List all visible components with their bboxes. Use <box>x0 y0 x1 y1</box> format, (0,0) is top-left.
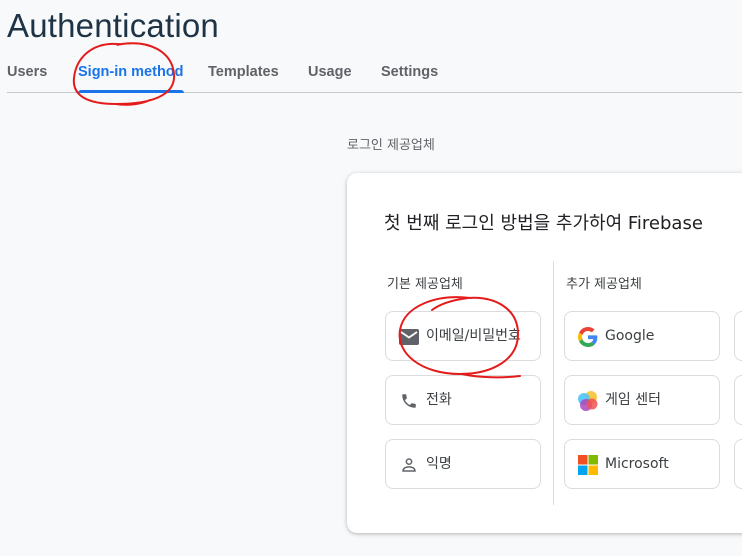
tab-sign-in-method[interactable]: Sign-in method <box>78 58 184 93</box>
provider-label: 익명 <box>426 456 452 472</box>
google-logo-icon <box>577 326 599 348</box>
provider-label: 게임 센터 <box>605 392 661 408</box>
providers-card: 첫 번째 로그인 방법을 추가하여 Firebase 기본 제공업체 추가 제공… <box>347 173 742 533</box>
provider-microsoft[interactable]: Microsoft <box>564 439 720 489</box>
firebase-auth-page: Authentication Users Sign-in method Temp… <box>0 0 742 556</box>
phone-icon <box>398 390 420 412</box>
provider-phone[interactable]: 전화 <box>385 375 541 425</box>
tab-settings[interactable]: Settings <box>381 58 438 92</box>
tab-templates[interactable]: Templates <box>208 58 279 92</box>
tab-bar: Users Sign-in method Templates Usage Set… <box>7 58 742 93</box>
provider-partial[interactable] <box>734 375 742 425</box>
mail-icon <box>398 326 420 348</box>
tab-users[interactable]: Users <box>7 58 47 92</box>
provider-partial[interactable] <box>734 439 742 489</box>
provider-label: 이메일/비밀번호 <box>426 328 521 344</box>
section-label: 로그인 제공업체 <box>347 138 435 153</box>
microsoft-logo-icon <box>577 454 599 476</box>
card-headline: 첫 번째 로그인 방법을 추가하여 Firebase <box>384 213 703 234</box>
provider-email-password[interactable]: 이메일/비밀번호 <box>385 311 541 361</box>
provider-google[interactable]: Google <box>564 311 720 361</box>
additional-providers-label: 추가 제공업체 <box>566 277 642 292</box>
provider-game-center[interactable]: 게임 센터 <box>564 375 720 425</box>
person-icon <box>398 454 420 476</box>
provider-partial[interactable] <box>734 311 742 361</box>
game-center-icon <box>577 390 599 412</box>
provider-label: Google <box>605 328 655 344</box>
provider-label: Microsoft <box>605 456 669 472</box>
page-title: Authentication <box>7 7 219 44</box>
native-providers-label: 기본 제공업체 <box>387 277 463 292</box>
provider-anonymous[interactable]: 익명 <box>385 439 541 489</box>
tab-usage[interactable]: Usage <box>308 58 352 92</box>
provider-label: 전화 <box>426 392 452 408</box>
column-divider <box>553 261 554 505</box>
